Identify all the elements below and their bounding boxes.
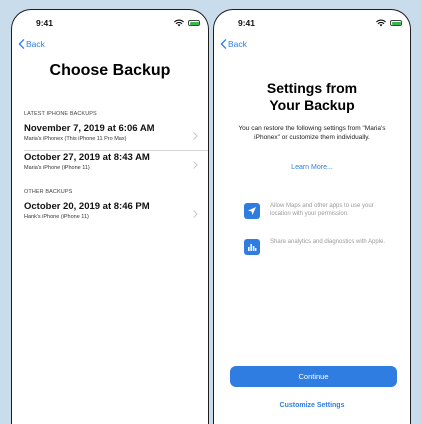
section-header-latest: LATEST IPHONE BACKUPS: [24, 111, 97, 117]
backup-device: Hank's iPhone (iPhone 11): [24, 214, 89, 220]
back-label: Back: [228, 39, 247, 49]
battery-icon: [390, 20, 402, 26]
settings-from-backup-screen: 9:41 Back Settings from Your Backup You …: [213, 9, 411, 424]
permission-item-location: Allow Maps and other apps to use your lo…: [244, 202, 390, 224]
title-line-1: Settings from: [266, 80, 358, 96]
choose-backup-screen: 9:41 Back Choose Backup LATEST IPHONE BA…: [11, 9, 209, 424]
status-bar: 9:41: [214, 18, 410, 32]
status-time: 9:41: [238, 18, 256, 28]
chevron-right-icon: [193, 161, 198, 169]
chevron-right-icon: [193, 132, 198, 140]
page-title: Settings from Your Backup: [214, 80, 410, 114]
backup-row[interactable]: October 20, 2019 at 8:46 PM Hank's iPhon…: [24, 201, 200, 225]
chevron-left-icon: [220, 39, 227, 49]
section-header-other: OTHER BACKUPS: [24, 189, 73, 195]
backup-date: October 27, 2019 at 8:43 AM: [24, 152, 150, 163]
customize-settings-button[interactable]: Customize Settings: [214, 402, 410, 409]
permission-text: Share analytics and diagnostics with App…: [270, 239, 386, 245]
learn-more-link[interactable]: Learn More...: [214, 164, 410, 171]
wifi-icon: [174, 19, 184, 27]
analytics-chart-icon: [244, 239, 260, 255]
continue-button[interactable]: Continue: [230, 366, 397, 387]
backup-row[interactable]: November 7, 2019 at 6:06 AM Maria's iPho…: [24, 123, 200, 147]
location-arrow-icon: [244, 203, 260, 219]
status-time: 9:41: [36, 18, 54, 28]
back-button[interactable]: Back: [220, 39, 247, 49]
back-button[interactable]: Back: [18, 39, 45, 49]
row-divider: [24, 150, 208, 151]
chevron-right-icon: [193, 210, 198, 218]
back-label: Back: [26, 39, 45, 49]
permission-text: Allow Maps and other apps to use your lo…: [270, 203, 374, 217]
backup-date: November 7, 2019 at 6:06 AM: [24, 123, 155, 134]
description-text: You can restore the following settings f…: [238, 125, 386, 141]
title-line-2: Your Backup: [269, 97, 355, 113]
backup-row[interactable]: October 27, 2019 at 8:43 AM Maria's iPho…: [24, 152, 200, 176]
backup-date: October 20, 2019 at 8:46 PM: [24, 201, 150, 212]
chevron-left-icon: [18, 39, 25, 49]
permission-item-analytics: Share analytics and diagnostics with App…: [244, 238, 390, 260]
backup-device: Maria's iPhonex (This iPhone 11 Pro Max): [24, 136, 127, 142]
status-bar: 9:41: [12, 18, 208, 32]
backup-device: Maria's iPhone (iPhone 11): [24, 165, 90, 171]
page-title: Choose Backup: [49, 62, 171, 79]
wifi-icon: [376, 19, 386, 27]
battery-icon: [188, 20, 200, 26]
screenshot-canvas: 9:41 Back Choose Backup LATEST IPHONE BA…: [0, 0, 421, 424]
